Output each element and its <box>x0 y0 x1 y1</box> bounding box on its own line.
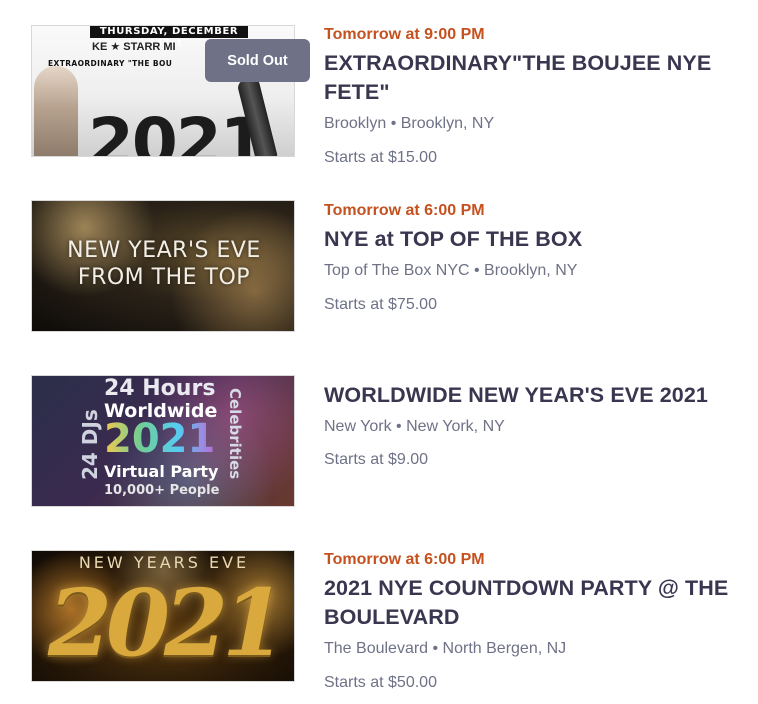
event-title[interactable]: WORLDWIDE NEW YEAR'S EVE 2021 <box>324 381 754 410</box>
thumb-people-text: 10,000+ People <box>104 483 220 498</box>
event-location: The Boulevard • North Bergen, NJ <box>324 640 567 657</box>
event-info: WORLDWIDE NEW YEAR'S EVE 2021 New York •… <box>324 381 754 470</box>
thumb-person-image <box>34 66 78 156</box>
event-card[interactable]: NEW YEARS EVE 2021 Tomorrow at 6:00 PM 2… <box>0 525 758 704</box>
thumb-logos-text: KE ★ STARR MI <box>92 41 176 53</box>
event-thumbnail[interactable]: NEW YEARS EVE 2021 <box>31 550 295 682</box>
sold-out-badge: Sold Out <box>205 39 310 82</box>
event-price: Starts at $15.00 <box>324 149 437 166</box>
event-price: Starts at $50.00 <box>324 674 437 691</box>
thumb-year-text: 2021 <box>88 104 266 157</box>
event-info: Tomorrow at 6:00 PM 2021 NYE COUNTDOWN P… <box>324 550 754 693</box>
thumb-caption-line1: NEW YEAR'S EVE <box>67 238 261 263</box>
event-location: Brooklyn • Brooklyn, NY <box>324 115 495 132</box>
event-date: Tomorrow at 9:00 PM <box>324 26 485 43</box>
event-location: Top of The Box NYC • Brooklyn, NY <box>324 262 578 279</box>
thumb-side-right-text: Celebrities <box>226 388 244 480</box>
event-thumbnail[interactable]: 24 DJs 24 Hours Worldwide 2021 Virtual P… <box>31 375 295 507</box>
thumb-banner-text: THURSDAY, DECEMBER 31st <box>90 26 248 49</box>
event-title[interactable]: NYE at TOP OF THE BOX <box>324 225 754 254</box>
thumb-hours-text: 24 Hours <box>104 376 216 401</box>
thumb-caption: NEW YEAR'S EVE FROM THE TOP <box>32 237 294 291</box>
event-info: Tomorrow at 6:00 PM NYE at TOP OF THE BO… <box>324 201 754 315</box>
event-info: Tomorrow at 9:00 PM EXTRAORDINARY"THE BO… <box>324 25 754 168</box>
event-title[interactable]: 2021 NYE COUNTDOWN PARTY @ THE BOULEVARD <box>324 574 754 632</box>
event-price: Starts at $75.00 <box>324 296 437 313</box>
thumb-year-text: 2021 <box>47 569 286 677</box>
event-date: Tomorrow at 6:00 PM <box>324 202 485 219</box>
thumb-year-text: 2021 <box>104 416 216 462</box>
event-location: New York • New York, NY <box>324 418 505 435</box>
event-title-line2: BOULEVARD <box>324 605 460 629</box>
event-thumbnail[interactable]: NEW YEAR'S EVE FROM THE TOP <box>31 200 295 332</box>
thumb-subline-text: EXTRAORDINARY "THE BOU <box>48 59 173 68</box>
event-card[interactable]: 24 DJs 24 Hours Worldwide 2021 Virtual P… <box>0 350 758 507</box>
thumb-side-left-text: 24 DJs <box>78 409 102 480</box>
thumb-caption-line2: FROM THE TOP <box>77 265 251 290</box>
event-card[interactable]: NEW YEAR'S EVE FROM THE TOP Tomorrow at … <box>0 176 758 332</box>
event-card[interactable]: THURSDAY, DECEMBER 31st KE ★ STARR MI EX… <box>0 0 758 166</box>
event-title-line1: 2021 NYE COUNTDOWN PARTY @ THE <box>324 576 729 600</box>
thumb-virtual-text: Virtual Party <box>104 462 219 481</box>
event-title[interactable]: EXTRAORDINARY"THE BOUJEE NYE FETE" <box>324 49 754 107</box>
event-price: Starts at $9.00 <box>324 451 429 468</box>
event-date: Tomorrow at 6:00 PM <box>324 551 485 568</box>
